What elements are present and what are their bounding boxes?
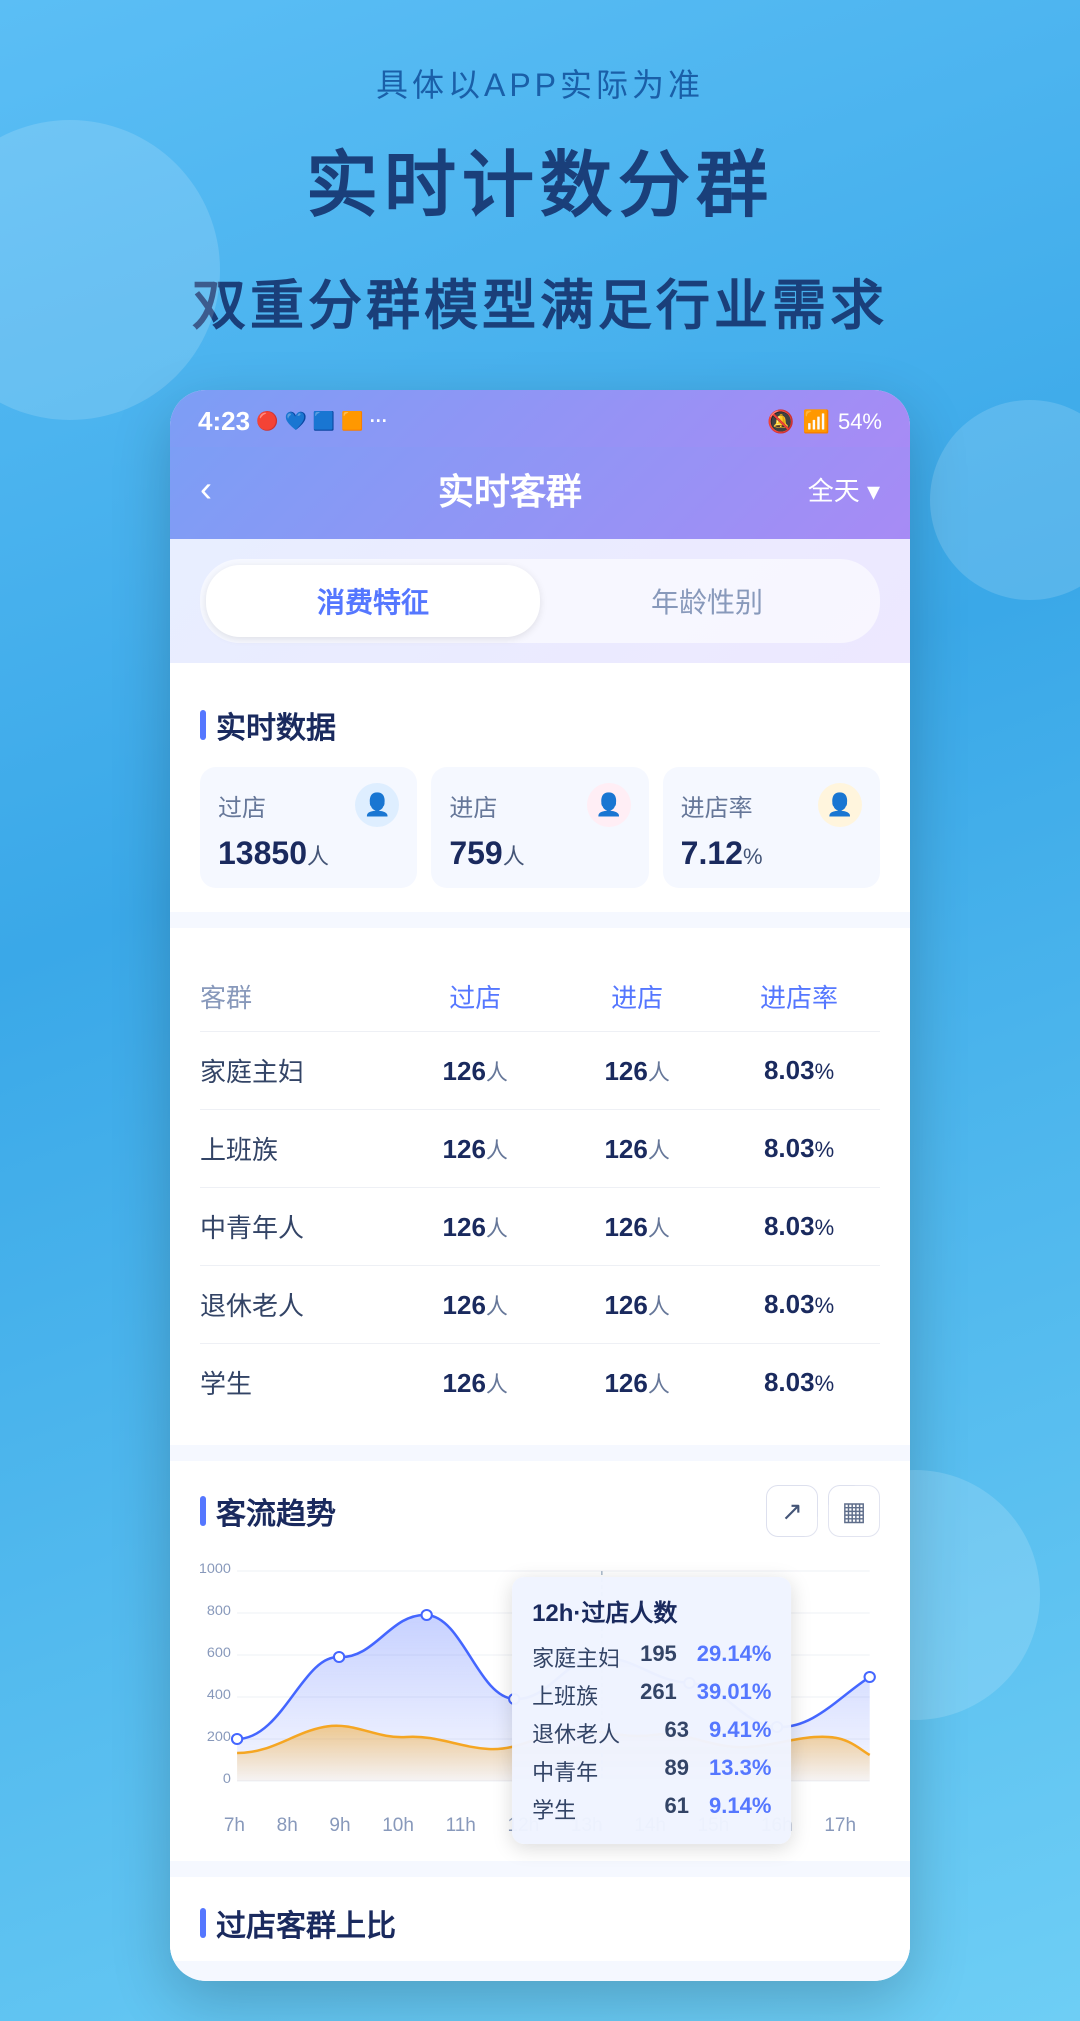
main-title: 实时计数分群 [306,126,774,231]
stat-label-rate: 进店率 [681,788,753,823]
col-header-pass: 过店 [394,978,556,1015]
page-subtitle: 具体以APP实际为准 [376,60,704,106]
chart-section: 客流趋势 ↗ ▦ 12h·过店人数 家庭主妇 195 29.14% 上班族 [170,1461,910,1861]
battery-icon: 54% [838,409,882,435]
row-pass-3: 126人 [394,1289,556,1321]
stat-value-enter: 759人 [449,835,630,872]
rate-icon: 👤 [818,783,862,827]
row-rate-2: 8.03% [718,1211,880,1242]
table-row: 家庭主妇 126人 126人 8.03% [200,1032,880,1110]
row-group-4: 学生 [200,1364,394,1401]
tooltip-row-0: 家庭主妇 195 29.14% [532,1638,771,1676]
header-title: 实时客群 [212,463,808,515]
stat-card-rate: 进店率 👤 7.12% [663,767,880,888]
table-section: 客群 过店 进店 进店率 家庭主妇 126人 126人 8.03% 上班族 12… [170,928,910,1445]
pass-icon: 👤 [355,783,399,827]
table-row: 退休老人 126人 126人 8.03% [200,1266,880,1344]
svg-text:1000: 1000 [200,1561,231,1577]
realtime-section: 实时数据 过店 👤 13850人 进店 👤 [170,679,910,912]
row-pass-0: 126人 [394,1055,556,1087]
bottom-section-title: 过店客群上比 [170,1877,910,1961]
row-pass-2: 126人 [394,1211,556,1243]
col-header-enter: 进店 [556,978,718,1015]
row-enter-4: 126人 [556,1367,718,1399]
x-label-10: 17h [824,1815,856,1837]
table-row: 上班族 126人 126人 8.03% [200,1110,880,1188]
chart-container: 12h·过店人数 家庭主妇 195 29.14% 上班族 261 39.01% … [200,1557,880,1837]
row-group-1: 上班族 [200,1130,394,1167]
filter-button[interactable]: 全天 ▾ [808,471,880,508]
stat-label-pass: 过店 [218,788,266,823]
chart-btn-bar[interactable]: ▦ [828,1485,880,1537]
x-label-4: 11h [446,1815,476,1837]
svg-text:800: 800 [207,1603,231,1619]
col-header-group: 客群 [200,978,394,1015]
tooltip-row-1: 上班族 261 39.01% [532,1676,771,1714]
tooltip-row-2: 退休老人 63 9.41% [532,1714,771,1752]
phone-content: 实时数据 过店 👤 13850人 进店 👤 [170,679,910,1981]
row-rate-1: 8.03% [718,1133,880,1164]
stat-value-pass: 13850人 [218,835,399,872]
wifi-icon: 📶 [803,409,830,435]
row-pass-1: 126人 [394,1133,556,1165]
x-label-2: 9h [329,1815,350,1837]
row-rate-0: 8.03% [718,1055,880,1086]
stat-value-rate: 7.12% [681,835,862,872]
row-rate-3: 8.03% [718,1289,880,1320]
stat-card-pass: 过店 👤 13850人 [200,767,417,888]
x-label-3: 10h [382,1815,414,1837]
enter-icon: 👤 [587,783,631,827]
row-group-2: 中青年人 [200,1208,394,1245]
table-row: 中青年人 126人 126人 8.03% [200,1188,880,1266]
sub-title: 双重分群模型满足行业需求 [192,261,888,340]
table-header: 客群 过店 进店 进店率 [200,962,880,1032]
tooltip-title: 12h·过店人数 [532,1593,771,1628]
col-header-rate: 进店率 [718,978,880,1015]
row-rate-4: 8.03% [718,1367,880,1398]
tooltip-row-3: 中青年 89 13.3% [532,1752,771,1790]
mute-icon: 🔕 [767,409,794,435]
svg-text:200: 200 [207,1729,231,1745]
stats-row: 过店 👤 13850人 进店 👤 759人 [200,767,880,888]
row-enter-3: 126人 [556,1289,718,1321]
tab-switcher: 消费特征 年龄性别 [170,539,910,663]
stat-label-enter: 进店 [449,788,497,823]
tab-age[interactable]: 年龄性别 [540,565,874,637]
svg-text:600: 600 [207,1645,231,1661]
row-enter-0: 126人 [556,1055,718,1087]
tab-consume[interactable]: 消费特征 [206,565,540,637]
page-header: ‹ 实时客群 全天 ▾ [170,447,910,539]
chart-btn-line[interactable]: ↗ [766,1485,818,1537]
tooltip-row-4: 学生 61 9.14% [532,1790,771,1828]
row-group-0: 家庭主妇 [200,1052,394,1089]
status-bar: 4:23 🔴 💙 🟦 🟧 ··· 🔕 📶 54% [170,390,910,447]
chart-actions: ↗ ▦ [766,1485,880,1537]
x-label-0: 7h [224,1815,245,1837]
back-button[interactable]: ‹ [200,468,212,510]
status-right: 🔕 📶 54% [767,409,882,435]
x-label-1: 8h [277,1815,298,1837]
row-enter-1: 126人 [556,1133,718,1165]
svg-text:0: 0 [223,1771,231,1787]
chart-title: 客流趋势 [200,1489,336,1533]
status-time: 4:23 🔴 💙 🟦 🟧 ··· [198,406,388,437]
chart-tooltip: 12h·过店人数 家庭主妇 195 29.14% 上班族 261 39.01% … [512,1577,791,1844]
realtime-section-title: 实时数据 [200,703,880,747]
phone-frame: 4:23 🔴 💙 🟦 🟧 ··· 🔕 📶 54% ‹ 实时客群 全天 ▾ 消费特… [170,390,910,1981]
data-table: 客群 过店 进店 进店率 家庭主妇 126人 126人 8.03% 上班族 12… [200,962,880,1421]
stat-card-enter: 进店 👤 759人 [431,767,648,888]
table-row: 学生 126人 126人 8.03% [200,1344,880,1421]
chart-header: 客流趋势 ↗ ▦ [200,1485,880,1537]
svg-text:400: 400 [207,1687,231,1703]
row-pass-4: 126人 [394,1367,556,1399]
row-enter-2: 126人 [556,1211,718,1243]
row-group-3: 退休老人 [200,1286,394,1323]
